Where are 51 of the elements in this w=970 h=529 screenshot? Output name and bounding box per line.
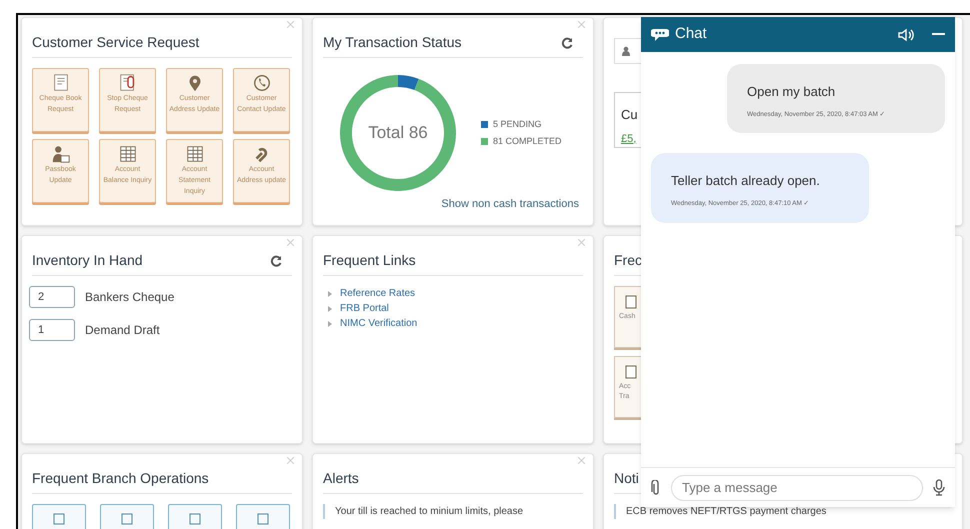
ledger-icon [184, 144, 204, 164]
frequent-link[interactable]: FRB Portal [340, 301, 389, 316]
document-icon [53, 513, 65, 525]
chat-bubble-icon [651, 28, 669, 42]
card-title: Noti [614, 469, 639, 488]
message-text: Open my batch [747, 83, 836, 101]
card-title: Customer Service Request [32, 33, 200, 52]
caret-icon [328, 290, 332, 296]
person-icon [50, 144, 70, 164]
donut-total: Total 86 [368, 122, 428, 144]
operation-button[interactable] [168, 504, 222, 529]
legend-label: 5 PENDING [493, 118, 542, 131]
operation-button[interactable] [100, 504, 154, 529]
card-title: Frequent Links [323, 251, 416, 270]
quantity-field[interactable]: 2 [29, 286, 75, 308]
paperclip-icon[interactable] [651, 480, 661, 496]
chat-title: Chat [675, 24, 708, 44]
legend-label: 81 COMPLETED [493, 134, 562, 148]
card-title: My Transaction Status [323, 33, 462, 52]
frequent-link[interactable]: NIMC Verification [340, 316, 418, 331]
caret-icon [328, 320, 332, 326]
frequent-link[interactable]: Reference Rates [340, 286, 416, 301]
card-title: Frequent Branch Operations [32, 469, 209, 488]
quantity-field[interactable]: 1 [29, 319, 75, 341]
card-title: Alerts [323, 469, 359, 488]
microphone-icon[interactable] [933, 479, 945, 496]
alert-text: Your till is reached to minium limits, please [323, 504, 583, 519]
operation-button[interactable] [236, 504, 290, 529]
ledger-icon [118, 144, 138, 164]
document-icon [625, 295, 637, 309]
operation-button[interactable] [32, 504, 86, 529]
refresh-icon[interactable] [270, 254, 282, 266]
speaker-icon[interactable] [898, 28, 914, 42]
account-amount: £5, [621, 132, 638, 146]
item-label: Bankers Cheque [85, 289, 174, 306]
caret-icon [328, 306, 332, 312]
message-text: Teller batch already open. [671, 172, 821, 190]
card-title: Inventory In Hand [32, 251, 143, 270]
document-icon [625, 365, 637, 379]
refresh-icon[interactable] [561, 36, 573, 48]
card-title: Frec [614, 251, 642, 270]
minimize-icon[interactable] [932, 33, 945, 36]
account-name: Cu [621, 106, 639, 124]
phone-icon [252, 73, 272, 93]
show-transactions-link[interactable]: Show non cash transactions [441, 196, 579, 212]
document-icon [189, 513, 201, 525]
user-icon [621, 46, 631, 56]
message-field[interactable]: Type a message [671, 474, 923, 500]
document-icon [121, 513, 133, 525]
document-icon [257, 513, 269, 525]
item-label: Demand Draft [85, 322, 160, 339]
